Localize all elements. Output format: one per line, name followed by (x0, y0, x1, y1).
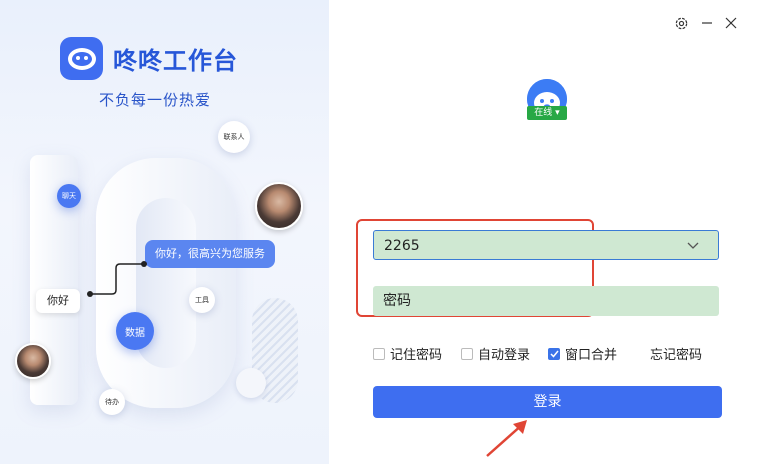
remember-password-checkbox[interactable] (373, 347, 385, 360)
login-panel: 在线 ▾ 2265 密码 记住密码 自动登录 窗口合并 忘记密码 登录 (329, 0, 759, 464)
auto-login-option[interactable]: 自动登录 (461, 344, 530, 363)
contact-photo-avatar-2 (15, 343, 51, 379)
decor-dot (236, 368, 266, 398)
annotation-arrow-icon (486, 420, 527, 457)
minimize-icon[interactable] (699, 15, 715, 31)
promo-panel: 咚咚工作台 不负每一份热爱 联系人 聊天 你好，很高兴为您服务 你好 工具 数据… (0, 0, 329, 464)
app-logo-icon (60, 37, 103, 80)
chat-chip: 聊天 (57, 184, 81, 208)
greeting-bubble: 你好，很高兴为您服务 (145, 240, 275, 268)
brand-name: 咚咚工作台 (113, 47, 238, 75)
online-status-badge[interactable]: 在线 ▾ (527, 106, 567, 120)
contacts-chip: 联系人 (218, 121, 250, 153)
password-field[interactable]: 密码 (373, 286, 719, 316)
account-value: 2265 (384, 238, 420, 254)
account-select[interactable]: 2265 (373, 230, 719, 260)
remember-password-label: 记住密码 (390, 348, 443, 363)
brand: 咚咚工作台 (60, 37, 238, 80)
forgot-password-link[interactable]: 忘记密码 (650, 344, 702, 363)
chevron-down-icon[interactable] (686, 231, 700, 261)
brand-slogan: 不负每一份热爱 (99, 91, 212, 109)
todo-chip: 待办 (99, 389, 125, 415)
merge-windows-label: 窗口合并 (565, 348, 618, 363)
remember-password-option[interactable]: 记住密码 (373, 344, 442, 363)
data-chip: 数据 (116, 312, 154, 350)
merge-windows-option[interactable]: 窗口合并 (548, 344, 617, 363)
password-placeholder: 密码 (383, 293, 411, 309)
contact-photo-avatar (255, 182, 303, 230)
auto-login-label: 自动登录 (478, 348, 531, 363)
close-icon[interactable] (723, 15, 739, 31)
auto-login-checkbox[interactable] (461, 347, 473, 360)
tools-chip: 工具 (189, 287, 215, 313)
connector-line-icon (87, 261, 147, 297)
hello-tag: 你好 (36, 289, 80, 313)
merge-windows-checkbox[interactable] (548, 347, 560, 360)
gear-icon[interactable] (673, 15, 689, 31)
login-button[interactable]: 登录 (373, 386, 722, 418)
login-window: 咚咚工作台 不负每一份热爱 联系人 聊天 你好，很高兴为您服务 你好 工具 数据… (0, 0, 759, 464)
